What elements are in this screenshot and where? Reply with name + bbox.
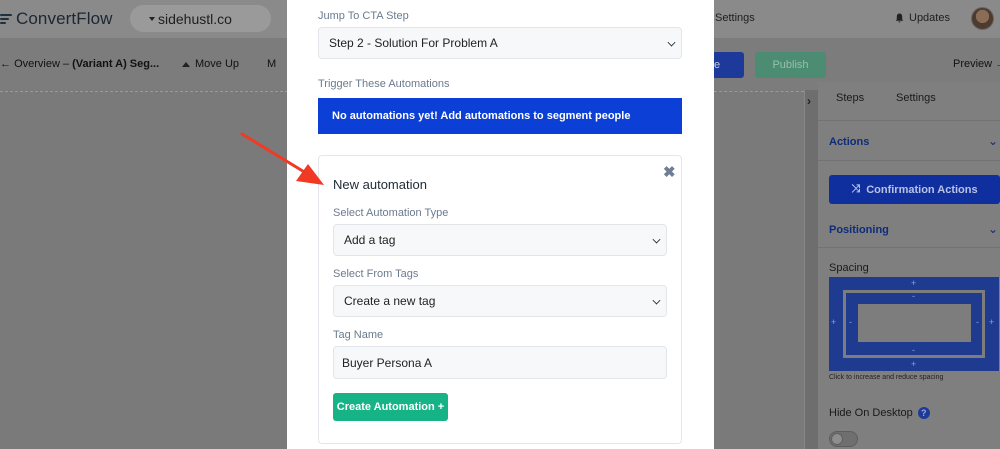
create-automation-button[interactable]: Create Automation + xyxy=(333,393,448,421)
increase-margin-bottom[interactable]: + xyxy=(911,359,916,369)
chevron-down-icon xyxy=(652,296,661,305)
close-icon[interactable]: ✖ xyxy=(663,163,676,181)
user-avatar[interactable] xyxy=(971,7,994,30)
preview-label: Preview xyxy=(953,58,993,70)
site-selector[interactable]: sidehustl.co xyxy=(130,5,271,32)
breadcrumb[interactable]: ← Overview – (Variant A) Seg... xyxy=(0,58,159,70)
confirmation-actions-label: Confirmation Actions xyxy=(866,183,978,196)
chevron-down-icon: ⌄ xyxy=(987,134,998,148)
tab-settings[interactable]: Settings xyxy=(896,92,936,104)
tag-name-value: Buyer Persona A xyxy=(342,355,433,370)
decrease-margin-left[interactable]: - xyxy=(849,317,852,327)
toggle-knob xyxy=(831,433,843,445)
site-name: sidehustl.co xyxy=(158,10,232,27)
move-down-button[interactable]: M xyxy=(267,58,276,70)
chevron-down-icon: ⌄ xyxy=(987,222,998,236)
decrease-margin-right[interactable]: - xyxy=(976,317,979,327)
trigger-automations-label: Trigger These Automations xyxy=(318,78,450,90)
automation-type-select[interactable]: Add a tag xyxy=(333,224,667,256)
positioning-section-toggle[interactable]: Positioning xyxy=(829,224,889,236)
increase-margin-top[interactable]: + xyxy=(911,278,916,288)
divider xyxy=(818,120,1000,121)
save-button[interactable]: e xyxy=(714,52,744,78)
app-name: ConvertFlow xyxy=(16,9,113,28)
cta-settings-modal: Jump To CTA Step Step 2 - Solution For P… xyxy=(287,0,714,449)
hide-on-desktop-toggle[interactable] xyxy=(829,431,858,447)
select-tags-select[interactable]: Create a new tag xyxy=(333,285,667,317)
divider xyxy=(818,247,1000,248)
tag-name-label: Tag Name xyxy=(333,329,384,341)
new-automation-title: New automation xyxy=(333,177,427,192)
triangle-up-icon xyxy=(182,61,190,67)
automation-type-label: Select Automation Type xyxy=(333,207,449,219)
padding-box[interactable] xyxy=(858,304,971,342)
preview-button[interactable]: Preview → xyxy=(953,58,1000,70)
caret-down-icon xyxy=(149,17,155,21)
publish-button[interactable]: Publish xyxy=(755,52,826,78)
annotation-arrow-icon xyxy=(240,132,324,185)
move-up-label: Move Up xyxy=(195,58,240,70)
convertflow-logo[interactable]: ConvertFlow xyxy=(0,9,113,29)
updates-link[interactable]: Updates xyxy=(895,12,950,24)
empty-automations-banner: No automations yet! Add automations to s… xyxy=(318,98,682,134)
updates-label: Updates xyxy=(909,12,950,24)
tag-name-input[interactable]: Buyer Persona A xyxy=(333,346,667,379)
decrease-margin-top[interactable]: - xyxy=(912,291,915,301)
spacing-label: Spacing xyxy=(829,262,869,274)
automation-type-value: Add a tag xyxy=(344,233,396,247)
chevron-down-icon xyxy=(667,38,676,47)
spacing-editor[interactable]: + - + - + - - + xyxy=(829,277,999,371)
chevron-down-icon xyxy=(652,235,661,244)
save-label: e xyxy=(714,59,721,71)
breadcrumb-current: (Variant A) Seg... xyxy=(72,58,160,70)
canvas-divider-right xyxy=(714,91,804,92)
spacing-hint: Click to increase and reduce spacing xyxy=(829,374,944,381)
right-settings-panel: Steps Settings Actions ⌄ ⤨ Confirmation … xyxy=(818,82,1000,449)
breadcrumb-arrow-icon: ← xyxy=(0,58,11,70)
decrease-margin-bottom[interactable]: - xyxy=(912,345,915,355)
shuffle-icon: ⤨ xyxy=(851,183,861,195)
select-tags-label: Select From Tags xyxy=(333,268,419,280)
canvas-divider xyxy=(0,91,288,92)
select-tags-value: Create a new tag xyxy=(344,294,436,308)
actions-section-toggle[interactable]: Actions xyxy=(829,136,869,148)
increase-margin-right[interactable]: + xyxy=(989,317,994,327)
jump-to-step-select[interactable]: Step 2 - Solution For Problem A xyxy=(318,27,682,59)
settings-link[interactable]: Settings xyxy=(715,12,755,24)
help-icon[interactable]: ? xyxy=(917,407,930,419)
jump-to-step-label: Jump To CTA Step xyxy=(318,10,409,22)
breadcrumb-prefix: Overview – xyxy=(14,58,73,70)
move-up-button[interactable]: Move Up xyxy=(182,58,239,70)
chevron-right-icon: › xyxy=(807,94,811,108)
bell-icon xyxy=(895,13,904,23)
new-automation-card: New automation ✖ Select Automation Type … xyxy=(318,155,682,444)
jump-to-step-value: Step 2 - Solution For Problem A xyxy=(329,36,498,50)
confirmation-actions-button[interactable]: ⤨ Confirmation Actions xyxy=(829,175,1000,204)
tab-steps[interactable]: Steps xyxy=(836,92,864,104)
arrow-right-icon: → xyxy=(995,58,1000,70)
increase-margin-left[interactable]: + xyxy=(831,317,836,327)
hide-on-desktop-text: Hide On Desktop xyxy=(829,407,913,419)
hide-on-desktop-label: Hide On Desktop ? xyxy=(829,407,930,419)
panel-collapse-handle[interactable]: › xyxy=(804,90,818,449)
logo-mark-icon xyxy=(0,12,12,26)
divider xyxy=(818,160,1000,161)
